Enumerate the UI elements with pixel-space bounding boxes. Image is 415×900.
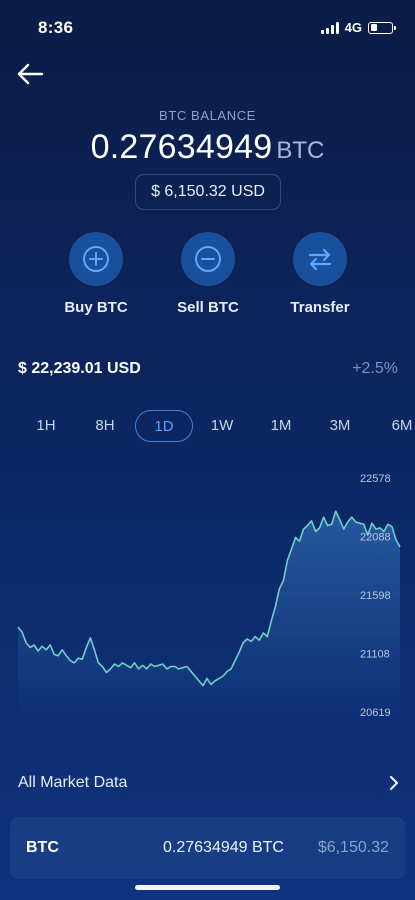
- current-price: $ 22,239.01 USD: [18, 360, 141, 377]
- balance-amount: 0.27634949: [90, 128, 273, 166]
- price-area-fill: [18, 511, 400, 720]
- y-tick-label: 22578: [360, 473, 391, 485]
- all-market-data-label: All Market Data: [18, 774, 128, 791]
- battery-icon: [368, 21, 396, 34]
- range-tab-1h[interactable]: 1H: [26, 410, 66, 442]
- range-tab-6m[interactable]: 6M: [382, 410, 415, 442]
- holding-symbol: BTC: [26, 839, 59, 856]
- holding-value: $6,150.32: [317, 839, 389, 856]
- range-tab-1d[interactable]: 1D: [135, 410, 193, 442]
- signal-icon: [320, 21, 339, 34]
- network-label: 4G: [344, 20, 362, 35]
- range-tab-1w[interactable]: 1W: [202, 410, 242, 442]
- minus-circle-icon: [195, 246, 221, 272]
- range-tab-8h[interactable]: 8H: [85, 410, 125, 442]
- y-tick-label: 21598: [360, 590, 391, 602]
- transfer-arrows-icon: [308, 248, 332, 271]
- range-tab-3m[interactable]: 3M: [320, 410, 360, 442]
- sell-circle: [181, 232, 235, 286]
- battery-fill: [370, 24, 377, 31]
- holding-amount: 0.27634949 BTC: [163, 839, 284, 856]
- buy-label: Buy BTC: [64, 299, 128, 316]
- holding-card[interactable]: BTC 0.27634949 BTC $6,150.32: [10, 817, 405, 879]
- time-range-tabs: 1H 8H 1D 1W 1M 3M 6M: [0, 410, 415, 442]
- all-market-data-link[interactable]: All Market Data: [18, 766, 400, 800]
- back-button[interactable]: [16, 60, 46, 88]
- status-time: 8:36: [38, 18, 74, 37]
- range-tab-1m[interactable]: 1M: [261, 410, 301, 442]
- price-row: $ 22,239.01 USD +2.5%: [18, 360, 398, 382]
- transfer-label: Transfer: [290, 299, 350, 316]
- y-tick-label: 20619: [360, 707, 391, 719]
- status-indicators: 4G: [320, 20, 396, 35]
- chevron-right-icon: [390, 776, 398, 790]
- price-change: +2.5%: [352, 360, 398, 377]
- balance-row: 0.27634949 BTC: [0, 128, 415, 167]
- balance-label: BTC BALANCE: [159, 108, 256, 123]
- plus-circle-icon: [83, 246, 109, 272]
- sell-label: Sell BTC: [177, 299, 239, 316]
- y-tick-label: 22088: [360, 532, 391, 544]
- arrow-left-icon: [17, 63, 44, 85]
- status-bar: 8:36 4G: [0, 0, 415, 52]
- price-chart[interactable]: 22578 22088 21598 21108 20619: [0, 462, 415, 722]
- balance-unit: BTC: [276, 137, 325, 164]
- sell-button[interactable]: Sell BTC: [158, 232, 258, 316]
- y-tick-label: 21108: [360, 649, 390, 661]
- buy-circle: [69, 232, 123, 286]
- transfer-button[interactable]: Transfer: [270, 232, 370, 316]
- home-indicator: [135, 885, 280, 890]
- buy-button[interactable]: Buy BTC: [46, 232, 146, 316]
- transfer-circle: [293, 232, 347, 286]
- usd-balance-pill[interactable]: $ 6,150.32 USD: [135, 174, 281, 210]
